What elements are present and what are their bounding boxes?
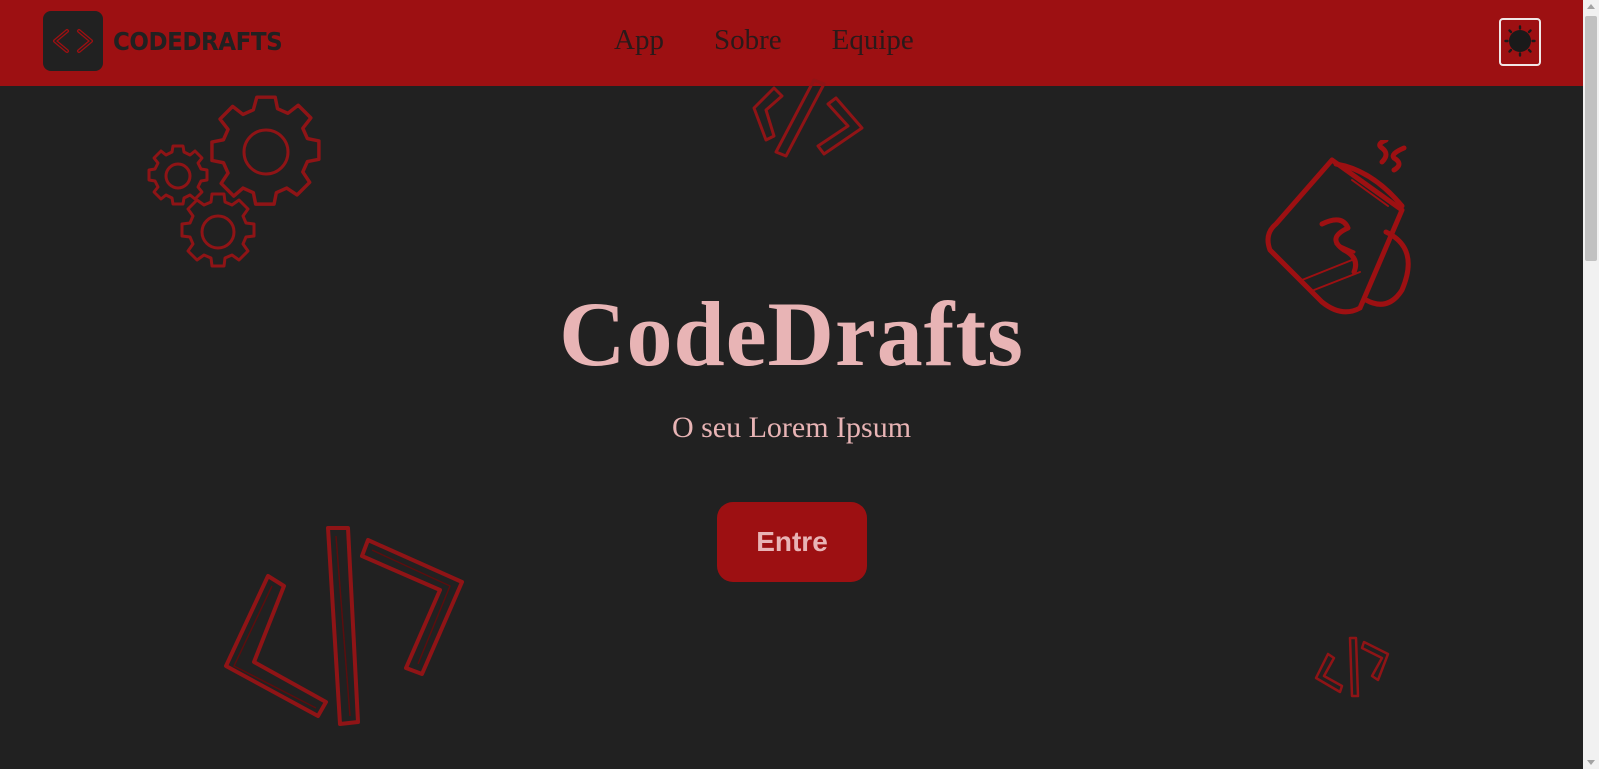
code-tag-icon <box>752 78 864 158</box>
theme-toggle-button[interactable] <box>1499 18 1541 66</box>
scroll-down-icon[interactable] <box>1587 760 1595 765</box>
navbar: CODEDRAFTS App Sobre Equipe <box>0 0 1583 86</box>
code-tag-large-icon <box>224 526 464 726</box>
main-nav: App Sobre Equipe <box>614 22 914 59</box>
code-tag-small-icon <box>1314 636 1390 698</box>
gears-icon <box>147 95 321 268</box>
hero-subtitle: O seu Lorem Ipsum <box>671 411 912 444</box>
vertical-scrollbar[interactable] <box>1583 0 1599 769</box>
scroll-up-icon[interactable] <box>1587 4 1595 9</box>
nav-link-sobre[interactable]: Sobre <box>714 22 782 59</box>
nav-link-app[interactable]: App <box>614 22 664 59</box>
nav-link-equipe[interactable]: Equipe <box>832 22 914 59</box>
code-brackets-icon <box>43 11 103 71</box>
hero-title: CodeDrafts <box>559 283 1024 385</box>
scroll-thumb[interactable] <box>1585 16 1597 261</box>
enter-button[interactable]: Entre <box>717 502 867 582</box>
sun-icon <box>1504 24 1536 60</box>
hero-section: CodeDrafts O seu Lorem Ipsum Entre <box>0 78 1583 769</box>
page: CODEDRAFTS App Sobre Equipe CodeDrafts O… <box>0 0 1583 769</box>
brand-name: CODEDRAFTS <box>113 26 283 56</box>
brand-logo[interactable]: CODEDRAFTS <box>43 11 297 71</box>
